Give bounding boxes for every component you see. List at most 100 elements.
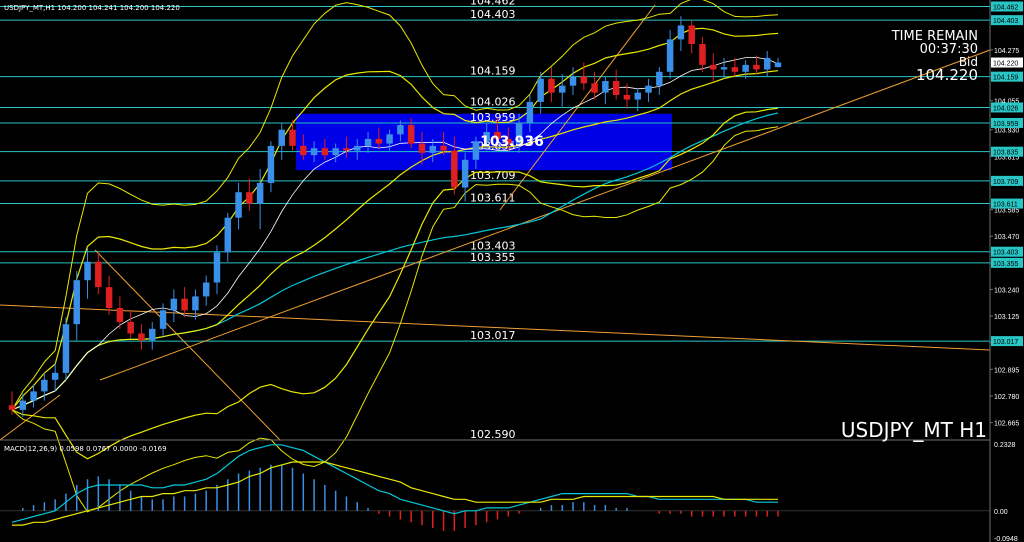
candle-body (612, 81, 620, 95)
axis-level-tag-label: 103.611 (993, 202, 1018, 209)
level-label: 103.709 (470, 169, 516, 182)
candle-body (138, 333, 145, 341)
candle-body (224, 217, 232, 253)
candle-body (364, 138, 372, 146)
candle-body (8, 405, 16, 410)
candle-body (127, 321, 134, 334)
level-label: 102.590 (470, 428, 516, 441)
candle-body (537, 78, 544, 102)
candle-body (62, 324, 70, 373)
axis-level-tag-label: 103.709 (993, 179, 1018, 186)
candle-body (710, 64, 717, 70)
axis-tick-label: 102.780 (994, 394, 1019, 401)
level-label: 103.355 (470, 251, 516, 264)
candle-body (289, 129, 296, 146)
candle-body (116, 308, 124, 322)
candle-body (451, 150, 458, 188)
candle-body (19, 400, 27, 410)
candle-body (418, 143, 426, 153)
axis-tick-label: 102.665 (994, 421, 1019, 428)
candle-body (526, 101, 534, 123)
axis-level-tag-label: 104.403 (993, 18, 1018, 25)
candle-body (73, 280, 80, 325)
axis-level-tag-label: 104.026 (993, 105, 1018, 112)
candle-body (666, 39, 674, 72)
candle-body (267, 145, 275, 183)
axis-tick-label: 102.895 (994, 367, 1019, 374)
symbol-info: USDJPY_MT,H1 104.200 104.241 104.200 104… (4, 4, 180, 12)
axis-level-tag-label: 104.159 (993, 75, 1018, 82)
candle-body (105, 287, 113, 308)
candle-body (472, 141, 480, 160)
candle-body (742, 64, 749, 72)
axis-tick-label: 103.240 (994, 287, 1019, 294)
candle-body (569, 76, 577, 86)
candle-body (720, 67, 728, 70)
candle-body (548, 78, 555, 93)
candle-body (440, 145, 447, 151)
candle-body (375, 138, 383, 144)
candle-body (461, 159, 469, 188)
candle-body (699, 44, 706, 65)
candle-body (84, 261, 91, 281)
candle-body (623, 94, 631, 100)
macd-axis-label: 0.00 (994, 509, 1008, 516)
axis-tick-label: 103.930 (994, 128, 1019, 135)
chart-background (0, 0, 1024, 542)
candle-body (95, 261, 102, 288)
level-label: 103.017 (470, 329, 516, 342)
candle-body (397, 125, 404, 135)
candle-body (343, 148, 350, 151)
axis-level-tag-label: 103.403 (993, 250, 1018, 257)
candle-body (558, 85, 566, 93)
candle-body (192, 296, 199, 311)
candle-body (246, 192, 253, 204)
axis-level-tag-label: 104.462 (993, 4, 1018, 11)
candle-body (688, 25, 695, 44)
axis-level-tag-label: 104.220 (993, 61, 1018, 68)
candle-body (763, 57, 771, 70)
candle-body (170, 298, 178, 311)
candle-body (321, 148, 329, 156)
candle-body (30, 391, 37, 401)
axis-level-tag-label: 103.835 (993, 150, 1018, 157)
level-label: 104.403 (470, 8, 516, 21)
candle-body (386, 134, 393, 144)
candle-body (256, 182, 264, 204)
candle-body (41, 379, 48, 392)
candle-body (213, 252, 221, 283)
candle-body (580, 76, 588, 84)
axis-level-tag-label: 103.355 (993, 261, 1018, 268)
candle-body (149, 328, 156, 341)
zone-label: 103.936 (480, 134, 544, 150)
candle-body (677, 25, 685, 40)
axis-tick-label: 103.470 (994, 234, 1019, 241)
axis-level-tag-label: 103.017 (993, 339, 1018, 346)
candle-body (332, 148, 339, 156)
level-label: 104.159 (470, 65, 516, 78)
candle-body (51, 372, 59, 380)
axis-level-tag-label: 103.959 (993, 121, 1018, 128)
price-chart[interactable]: 104.462 104.403 104.159 104.026 103.959 103.8… (0, 0, 1024, 542)
candle-body (300, 145, 307, 156)
candle-body (591, 83, 598, 93)
bid-value: 104.220 (916, 66, 978, 84)
candle-body (407, 125, 415, 144)
candle-body (634, 92, 641, 100)
candle-body (235, 192, 242, 218)
axis-tick-label: 103.585 (994, 208, 1019, 215)
candle-body (159, 310, 167, 329)
candle-body (181, 298, 188, 311)
candle-body (278, 129, 285, 146)
watermark-label: USDJPY_MT H1 (841, 418, 987, 442)
candle-body (753, 64, 760, 70)
macd-axis-label: -0.0948 (994, 536, 1018, 542)
level-label: 104.026 (470, 95, 516, 108)
macd-axis-label: 0.2328 (994, 442, 1016, 449)
axis-tick-label: 104.275 (994, 48, 1019, 55)
macd-label: MACD(12,26,9) 0.0598 0.0767 0.0000 -0.01… (4, 445, 167, 453)
candle-body (645, 85, 652, 93)
candle-body (774, 62, 782, 68)
candle-body (310, 148, 318, 156)
candle-body (731, 67, 739, 72)
